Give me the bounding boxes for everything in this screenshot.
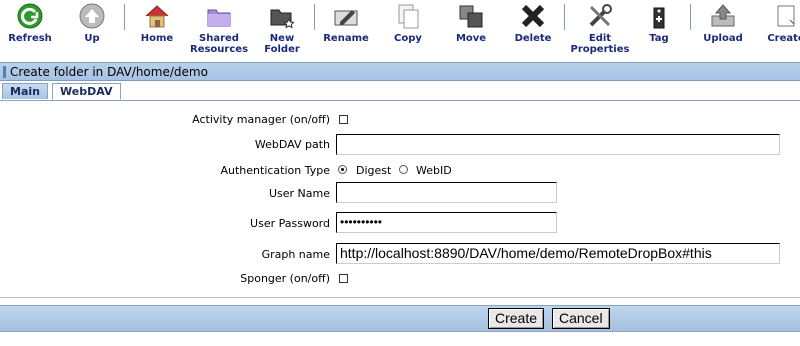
upload-icon [709, 2, 737, 30]
user-name-input[interactable] [336, 182, 557, 203]
toolbar-separator [690, 4, 691, 30]
up-button[interactable]: Up [72, 2, 112, 44]
button-bar: Create Cancel [0, 305, 800, 332]
copy-label: Copy [394, 33, 422, 44]
toolbar-separator [314, 4, 315, 30]
dialog-title-bar: Create folder in DAV/home/demo [0, 62, 800, 81]
toolbar: Refresh Up Home Shared Resources New Fol… [0, 0, 800, 60]
rename-icon [332, 2, 360, 30]
refresh-label: Refresh [8, 33, 52, 44]
new-folder-icon [268, 2, 296, 30]
refresh-button[interactable]: Refresh [8, 2, 52, 44]
move-button[interactable]: Move [454, 2, 488, 44]
edit-properties-label: Edit Properties [570, 33, 630, 55]
tab-main[interactable]: Main [2, 83, 48, 99]
webid-label: WebID [416, 164, 452, 177]
create-button[interactable]: Create [488, 308, 545, 329]
user-name-label: User Name [268, 187, 330, 200]
user-password-label: User Password [250, 217, 330, 230]
rename-label: Rename [323, 33, 369, 44]
webid-radio[interactable] [399, 165, 408, 174]
activity-manager-label: Activity manager (on/off) [192, 113, 330, 126]
sponger-checkbox[interactable] [339, 274, 348, 283]
title-accent [3, 66, 6, 78]
up-arrow-icon [78, 2, 106, 30]
move-label: Move [455, 33, 487, 44]
shared-resources-button[interactable]: Shared Resources [190, 2, 248, 55]
rename-button[interactable]: Rename [322, 2, 370, 44]
delete-icon [519, 2, 547, 30]
webdav-path-input[interactable] [336, 134, 780, 155]
graph-name-label: Graph name [261, 248, 330, 261]
edit-properties-button[interactable]: Edit Properties [570, 2, 630, 55]
digest-label: Digest [356, 164, 392, 177]
up-label: Up [84, 33, 100, 44]
create-toolbar-button[interactable]: Create [766, 2, 800, 44]
digest-radio[interactable] [338, 165, 347, 174]
form-divider [0, 297, 800, 298]
copy-icon [394, 2, 422, 30]
new-folder-button[interactable]: New Folder [252, 2, 312, 55]
home-button[interactable]: Home [138, 2, 176, 44]
home-label: Home [140, 33, 174, 44]
shared-resources-label: Shared Resources [190, 33, 249, 55]
activity-manager-checkbox[interactable] [339, 115, 348, 124]
upload-label: Upload [703, 33, 743, 44]
authentication-type-label: Authentication Type [220, 164, 330, 177]
move-icon [457, 2, 485, 30]
tab-bar: Main WebDAV [0, 82, 800, 101]
create-icon [772, 2, 800, 30]
toolbar-separator [564, 4, 565, 30]
tab-webdav[interactable]: WebDAV [52, 83, 121, 100]
tag-label: Tag [649, 33, 669, 44]
tag-icon [645, 2, 673, 30]
delete-button[interactable]: Delete [514, 2, 552, 44]
new-folder-label: New Folder [264, 33, 300, 55]
dialog-title: Create folder in DAV/home/demo [10, 65, 208, 79]
upload-button[interactable]: Upload [700, 2, 746, 44]
tag-button[interactable]: Tag [644, 2, 674, 44]
user-password-input[interactable]: •••••••••• [336, 212, 557, 233]
home-icon [143, 2, 171, 30]
create-label: Create [767, 33, 800, 44]
cancel-button[interactable]: Cancel [552, 308, 610, 329]
shared-folder-icon [205, 2, 233, 30]
graph-name-input[interactable]: http://localhost:8890/DAV/home/demo/Remo… [336, 243, 780, 264]
delete-label: Delete [514, 33, 552, 44]
tools-icon [586, 2, 614, 30]
webdav-path-label: WebDAV path [254, 138, 330, 151]
sponger-label: Sponger (on/off) [240, 272, 330, 285]
copy-button[interactable]: Copy [390, 2, 426, 44]
toolbar-separator [124, 4, 125, 30]
refresh-icon [16, 2, 44, 30]
